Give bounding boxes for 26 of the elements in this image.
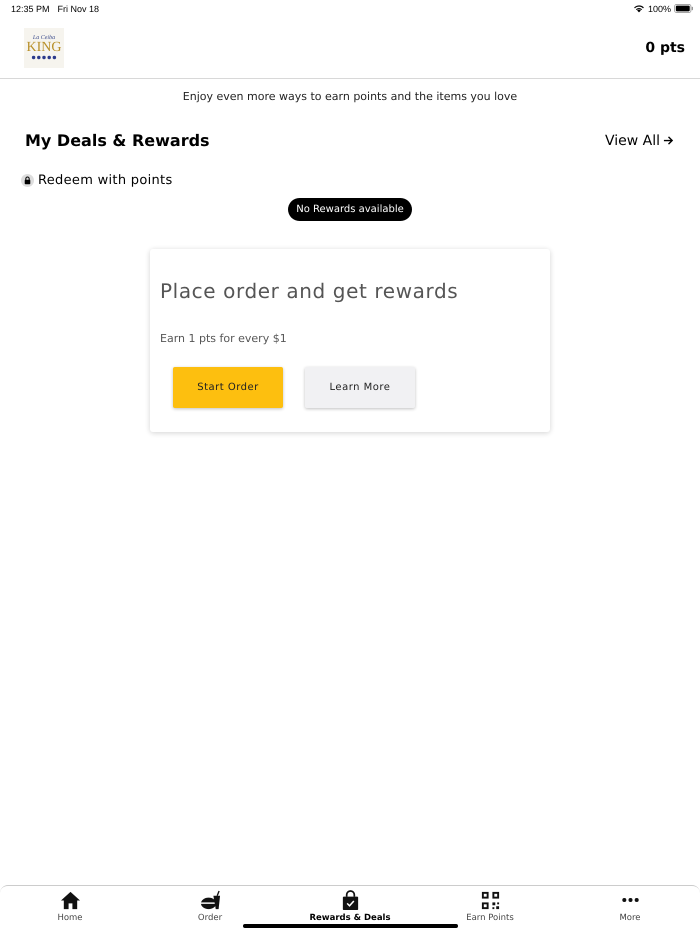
- section-title: My Deals & Rewards: [25, 131, 210, 150]
- battery-percent: 100%: [648, 4, 671, 14]
- arrow-right-icon: [663, 135, 674, 146]
- wifi-icon: [632, 4, 645, 13]
- learn-more-button[interactable]: Learn More: [305, 367, 415, 408]
- view-all-link[interactable]: View All: [604, 132, 674, 148]
- redeem-label: Redeem with points: [38, 173, 173, 188]
- status-time: 12:35 PM: [11, 4, 50, 14]
- lock-icon: [21, 174, 34, 187]
- qr-code-icon: [480, 890, 500, 911]
- burger-drink-icon: [200, 890, 220, 911]
- empty-rewards-badge: No Rewards available: [288, 198, 412, 221]
- tab-bar-item[interactable]: Rewards & Deals: [280, 886, 420, 934]
- home-icon: [60, 890, 80, 911]
- points-balance: 0 pts: [645, 40, 685, 56]
- more-icon: [622, 898, 638, 902]
- tab-bar-item[interactable]: Earn Points: [420, 886, 560, 934]
- tab-bar-item[interactable]: Home: [0, 886, 140, 934]
- tab-bar-item[interactable]: More: [560, 886, 700, 934]
- card-title: Place order and get rewards: [160, 279, 460, 303]
- card-subtitle: Earn 1 pts for every $1: [160, 332, 288, 345]
- start-order-button[interactable]: Start Order: [173, 367, 283, 408]
- battery-icon: [674, 4, 694, 13]
- tagline: Enjoy even more ways to earn points and the items you love: [182, 90, 518, 103]
- tab-bar-item[interactable]: Order: [140, 886, 280, 934]
- status-date: Fri Nov 18: [58, 4, 100, 14]
